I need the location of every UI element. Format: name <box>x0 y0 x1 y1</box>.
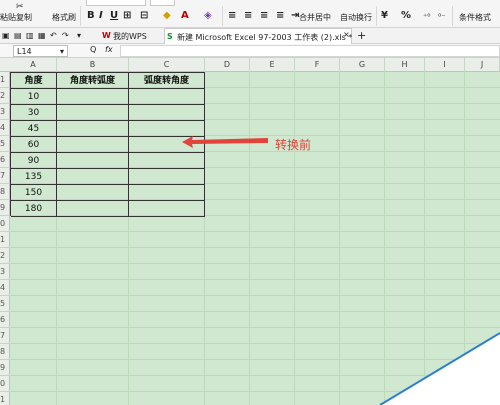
annotation-label: 转换前 <box>275 138 312 152</box>
arrow-shape <box>182 136 268 148</box>
page-curl-decoration <box>379 332 500 405</box>
